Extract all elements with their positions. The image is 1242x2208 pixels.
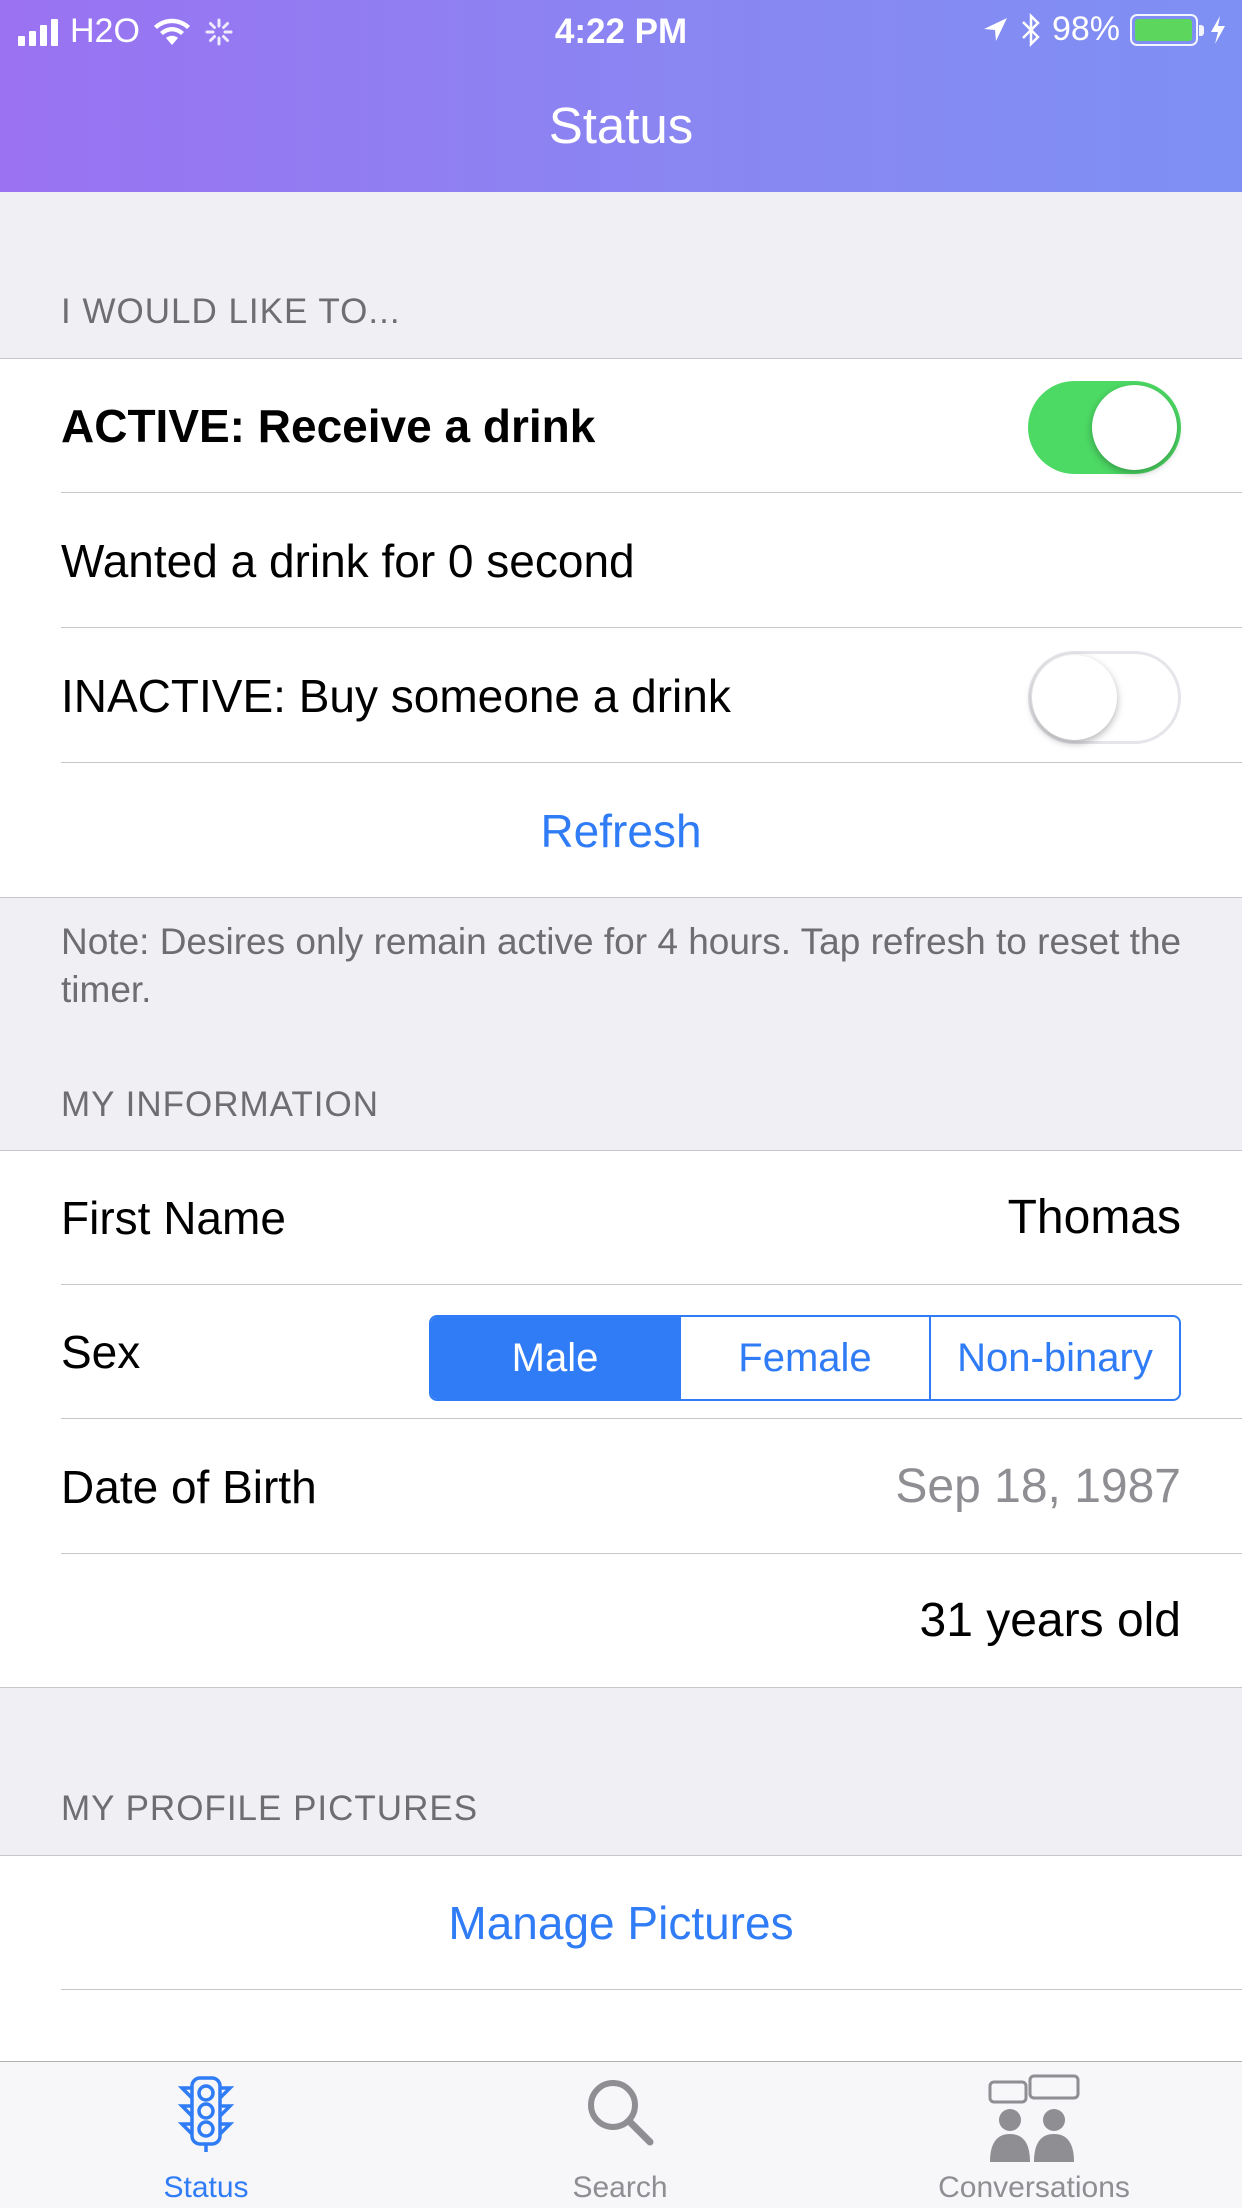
sex-option-male[interactable]: Male	[431, 1317, 679, 1399]
manage-pictures-row[interactable]: Manage Pictures	[0, 1856, 1242, 1990]
sex-label: Sex	[61, 1326, 141, 1378]
battery-percent: 98%	[1051, 10, 1120, 48]
battery-icon	[1130, 13, 1204, 46]
active-desire-row: ACTIVE: Receive a drink	[0, 359, 1242, 493]
desires-note: Note: Desires only remain active for 4 h…	[61, 921, 1182, 1010]
wanted-duration-text: Wanted a drink for 0 second	[61, 535, 635, 587]
tab-status-label: Status	[163, 2171, 249, 2204]
conversations-icon	[988, 2074, 1080, 2162]
tab-status[interactable]: Status	[56, 2062, 356, 2208]
sex-option-female[interactable]: Female	[679, 1317, 929, 1399]
sex-option-non-binary[interactable]: Non-binary	[929, 1317, 1179, 1399]
refresh-button[interactable]: Refresh	[0, 764, 1242, 898]
age-row: 31 years old	[0, 1554, 1242, 1688]
dob-row[interactable]: Date of Birth Sep 18, 1987	[0, 1420, 1242, 1554]
battery-fill	[1135, 18, 1192, 41]
receive-drink-toggle[interactable]	[1028, 381, 1181, 474]
sex-segmented-control[interactable]: Male Female Non-binary	[429, 1315, 1181, 1401]
toggle-knob	[1092, 385, 1177, 470]
first-name-value[interactable]: Thomas	[1008, 1151, 1181, 1285]
charging-bolt-icon	[1211, 15, 1225, 44]
status-bar-right: 98%	[980, 10, 1228, 49]
tab-conversations-label: Conversations	[938, 2171, 1130, 2204]
pictures-group: Manage Pictures	[0, 1855, 1242, 2085]
info-group: First Name Thomas Sex Male Female Non-bi…	[0, 1150, 1242, 1688]
navigation-header: H2O 4:22 PM 98% Status	[0, 0, 1242, 192]
active-desire-label: ACTIVE: Receive a drink	[61, 400, 596, 452]
section-header-pictures: MY PROFILE PICTURES	[61, 1789, 479, 1828]
wanted-duration-row: Wanted a drink for 0 second	[0, 494, 1242, 628]
first-name-row[interactable]: First Name Thomas	[0, 1151, 1242, 1285]
dob-label: Date of Birth	[61, 1461, 317, 1513]
bluetooth-icon	[1022, 12, 1040, 47]
age-value: 31 years old	[919, 1594, 1182, 1647]
dob-value[interactable]: Sep 18, 1987	[895, 1420, 1181, 1554]
section-header-info: MY INFORMATION	[61, 1085, 379, 1124]
tab-search[interactable]: Search	[470, 2062, 770, 2208]
traffic-light-icon	[177, 2076, 235, 2152]
desires-group: ACTIVE: Receive a drink Wanted a drink f…	[0, 358, 1242, 898]
inactive-desire-row: INACTIVE: Buy someone a drink	[0, 629, 1242, 763]
location-arrow-icon	[983, 17, 1007, 41]
section-header-desires: I WOULD LIKE TO...	[61, 292, 401, 331]
sex-row: Sex Male Female Non-binary	[0, 1285, 1242, 1419]
status-bar: H2O 4:22 PM 98%	[0, 0, 1242, 60]
refresh-row[interactable]: Refresh	[0, 764, 1242, 898]
inactive-desire-label: INACTIVE: Buy someone a drink	[61, 670, 731, 722]
tab-conversations[interactable]: Conversations	[884, 2062, 1184, 2208]
tab-bar: Status Search Conversations	[0, 2061, 1242, 2208]
buy-drink-toggle[interactable]	[1028, 651, 1181, 744]
toggle-knob	[1032, 655, 1117, 740]
search-icon	[588, 2080, 654, 2146]
manage-pictures-button[interactable]: Manage Pictures	[0, 1856, 1242, 1990]
tab-search-label: Search	[572, 2171, 668, 2204]
first-name-label: First Name	[61, 1192, 286, 1244]
page-title: Status	[548, 97, 694, 154]
